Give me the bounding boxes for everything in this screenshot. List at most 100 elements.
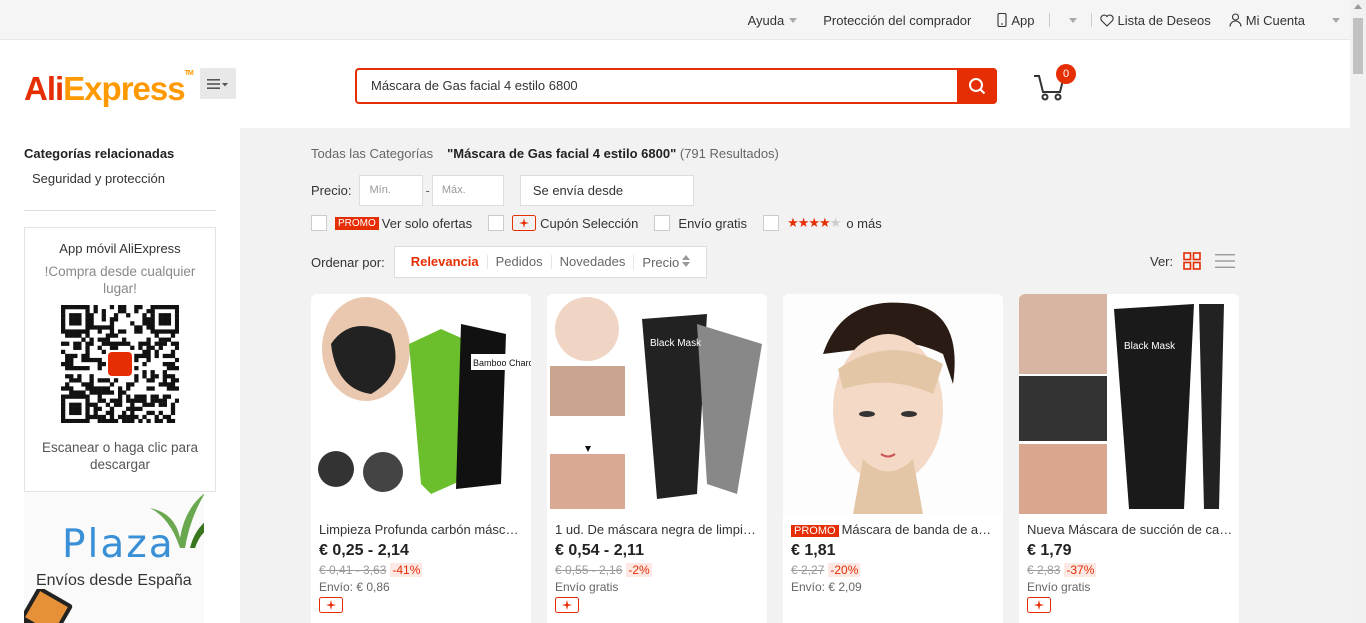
rating-checkbox[interactable] xyxy=(763,215,780,231)
sidebar-item-security[interactable]: Seguridad y protección xyxy=(32,171,165,186)
phone-illustration xyxy=(24,589,73,623)
star-rating-icon: ★★★★★ xyxy=(787,215,841,230)
discount-badge: -2% xyxy=(626,563,652,577)
categories-menu-button[interactable] xyxy=(200,68,236,99)
scrollbar[interactable] xyxy=(1350,0,1366,623)
help-link[interactable]: Ayuda xyxy=(748,13,798,28)
offers-checkbox[interactable] xyxy=(311,215,327,231)
sort-relevance[interactable]: Relevancia xyxy=(403,255,487,269)
logo-express: Express xyxy=(63,70,185,107)
divider xyxy=(1048,13,1050,27)
product-title[interactable]: Nueva Máscara de succión de carbón negra xyxy=(1027,522,1233,537)
free-shipping-label: Envío gratis xyxy=(678,215,748,231)
coupon-checkbox[interactable] xyxy=(488,215,505,231)
product-image[interactable]: Black Mask xyxy=(1019,294,1239,514)
original-price-value: € 0,55 - 2,16 xyxy=(555,563,623,577)
buyer-protection-link[interactable]: Protección del comprador xyxy=(823,13,971,28)
plaza-banner[interactable]: Plaza Envíos desde España xyxy=(24,492,204,623)
discount-badge: -37% xyxy=(1064,563,1097,577)
product-price: € 1,81 xyxy=(791,542,836,559)
product-photo: Black Mask xyxy=(1019,294,1224,514)
account-dropdown[interactable] xyxy=(1327,17,1340,23)
language-dropdown[interactable] xyxy=(1064,17,1077,23)
wishlist-link[interactable]: Lista de Deseos xyxy=(1099,12,1211,28)
app-link[interactable]: App xyxy=(997,13,1035,28)
search-input[interactable] xyxy=(371,78,951,93)
scroll-up-arrow-icon[interactable] xyxy=(1354,4,1362,9)
logo-ali: Ali xyxy=(24,70,64,107)
min-price-input[interactable]: Mín. xyxy=(359,175,424,206)
search-icon xyxy=(969,78,986,95)
product-card[interactable]: PROMOMáscara de banda de adelgazamiento … xyxy=(783,294,1003,623)
product-image[interactable]: Black Mask xyxy=(547,294,767,514)
free-shipping-checkbox[interactable] xyxy=(654,215,671,231)
product-title[interactable]: Limpieza Profunda carbón máscara facial xyxy=(319,522,525,537)
phone-icon xyxy=(997,13,1007,27)
product-price: € 0,54 - 2,11 xyxy=(555,542,644,559)
results-count: (791 Resultados) xyxy=(679,146,779,161)
search-query: "Máscara de Gas facial 4 estilo 6800" xyxy=(447,146,677,161)
product-card[interactable]: Black Mask 1 ud. De máscara negra de lim… xyxy=(547,294,767,623)
sort-arrows-icon xyxy=(682,254,691,267)
cart-button[interactable]: 0 xyxy=(1032,64,1076,106)
search-button[interactable] xyxy=(957,68,997,104)
product-title[interactable]: PROMOMáscara de banda de adelgazamiento … xyxy=(791,522,997,537)
scrollbar-thumb[interactable] xyxy=(1353,18,1363,74)
product-card[interactable]: Black Mask Nueva Máscara de succión de c… xyxy=(1019,294,1239,623)
original-price-value: € 2,27 xyxy=(791,563,825,577)
coupon-icon xyxy=(319,597,343,613)
app-box-title: App móvil AliExpress xyxy=(59,241,181,256)
product-image-text: Black Mask xyxy=(650,338,702,349)
ships-from-dropdown[interactable]: Se envía desde xyxy=(519,175,694,206)
related-categories-title: Categorías relacionadas xyxy=(24,146,175,161)
sort-newest[interactable]: Novedades xyxy=(550,255,634,269)
app-download-box[interactable]: App móvil AliExpress !Compra desde cualq… xyxy=(24,227,216,492)
logo-trademark: TM xyxy=(184,70,194,77)
product-title[interactable]: 1 ud. De máscara negra de limpieza facia… xyxy=(555,522,761,537)
price-label: Precio: xyxy=(311,183,352,198)
sidebar: Categorías relacionadas Seguridad y prot… xyxy=(0,128,240,623)
shipping-info: Envío: € 0,86 xyxy=(319,580,390,594)
plaza-subtitle: Envíos desde España xyxy=(36,572,192,589)
sort-orders[interactable]: Pedidos xyxy=(486,255,551,269)
breadcrumb: Todas las Categorías "Máscara de Gas faci… xyxy=(311,146,779,161)
original-price-value: € 0,41 - 3,63 xyxy=(319,563,387,577)
menu-icon xyxy=(207,78,228,89)
view-label: Ver: xyxy=(1150,253,1174,269)
qr-code[interactable] xyxy=(61,305,180,424)
sort-label: Ordenar por: xyxy=(311,254,385,270)
search-bar xyxy=(355,68,997,104)
product-photo xyxy=(823,302,955,514)
product-card[interactable]: Bamboo Charcoal Limpieza Profunda carbón… xyxy=(311,294,531,623)
product-price: € 1,79 xyxy=(1027,542,1072,559)
chevron-down-icon xyxy=(789,17,798,23)
promo-badge: PROMO xyxy=(335,216,379,230)
product-title-text: Máscara de banda de adelgazamiento facia… xyxy=(841,522,997,537)
shipping-info: Envío gratis xyxy=(555,580,619,594)
original-price-value: € 2,83 xyxy=(1027,563,1061,577)
offers-label: Ver solo ofertas xyxy=(381,215,473,231)
coupon-icon xyxy=(1027,597,1051,613)
max-price-input[interactable]: Máx. xyxy=(431,175,504,206)
rating-label: o más xyxy=(846,215,882,231)
divider xyxy=(24,210,216,211)
help-label: Ayuda xyxy=(747,12,785,28)
product-image[interactable] xyxy=(783,294,1003,514)
account-link[interactable]: Mi Cuenta xyxy=(1229,13,1305,28)
price-filter: Precio: Mín. - Máx. Se envía desde xyxy=(311,175,694,206)
chevron-down-icon xyxy=(1068,17,1077,23)
sort-price[interactable]: Precio xyxy=(633,254,698,270)
top-bar: Ayuda Protección del comprador App Lista… xyxy=(0,0,1350,40)
product-image[interactable]: Bamboo Charcoal xyxy=(311,294,531,514)
grid-view-icon[interactable] xyxy=(1183,252,1201,270)
aliexpress-logo[interactable]: AliExpressTM xyxy=(24,70,194,108)
breadcrumb-all-categories[interactable]: Todas las Categorías xyxy=(311,146,433,161)
plaza-title: Plaza xyxy=(62,522,175,567)
user-icon xyxy=(1229,13,1242,27)
chevron-down-icon xyxy=(1332,17,1340,23)
product-photo: Black Mask xyxy=(550,297,762,509)
wishlist-label: Lista de Deseos xyxy=(1117,12,1211,28)
coupon-label: Cupón Selección xyxy=(540,215,639,231)
list-view-icon[interactable] xyxy=(1215,252,1236,270)
coupon-icon xyxy=(512,215,537,231)
